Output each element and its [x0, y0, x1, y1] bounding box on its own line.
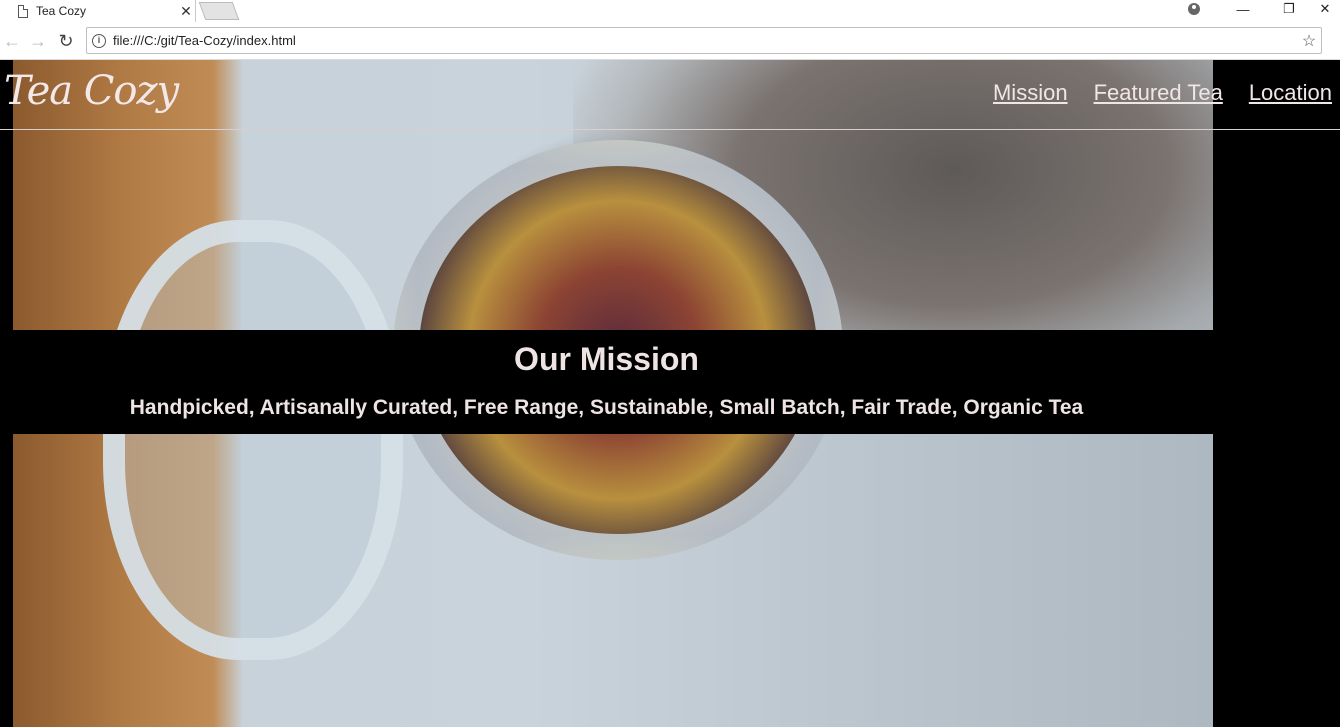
back-arrow-icon[interactable]: ← — [2, 31, 22, 51]
site-nav: Mission Featured Tea Location — [993, 80, 1332, 106]
bookmark-star-icon[interactable]: ☆ — [1297, 31, 1321, 51]
forward-arrow-icon[interactable]: → — [28, 31, 48, 51]
restore-icon[interactable]: ❐ — [1266, 0, 1312, 18]
account-icon[interactable] — [1185, 0, 1203, 18]
minimize-icon[interactable]: — — [1220, 0, 1266, 18]
site-logo[interactable]: Tea Cozy — [4, 68, 179, 114]
mission-banner: Our Mission Handpicked, Artisanally Cura… — [0, 330, 1213, 434]
mission-title: Our Mission — [514, 341, 699, 377]
nav-link-featured-tea[interactable]: Featured Tea — [1094, 80, 1223, 106]
info-icon[interactable]: i — [92, 33, 106, 48]
close-tab-icon[interactable]: ✕ — [177, 3, 195, 20]
new-tab-button[interactable] — [198, 2, 240, 20]
reload-icon[interactable]: ↻ — [56, 31, 76, 51]
mission-subtitle: Handpicked, Artisanally Curated, Free Ra… — [129, 396, 1084, 419]
url-text[interactable]: file:///C:/git/Tea-Cozy/index.html — [113, 33, 1297, 48]
jar-lid-decoration — [103, 220, 403, 660]
browser-tab-bar: Tea Cozy ✕ — ❐ ✕ — [0, 0, 1340, 22]
browser-tab[interactable]: Tea Cozy ✕ — [2, 0, 196, 22]
address-bar[interactable]: i file:///C:/git/Tea-Cozy/index.html ☆ — [86, 27, 1322, 54]
tab-title: Tea Cozy — [36, 4, 87, 18]
nav-link-mission[interactable]: Mission — [993, 80, 1068, 106]
document-icon — [18, 4, 28, 18]
close-window-icon[interactable]: ✕ — [1310, 0, 1340, 18]
browser-toolbar: ← → ↻ i file:///C:/git/Tea-Cozy/index.ht… — [0, 22, 1340, 60]
web-page: Tea Cozy Mission Featured Tea Location O… — [0, 60, 1340, 727]
nav-link-location[interactable]: Location — [1249, 80, 1332, 106]
header-divider — [0, 129, 1340, 130]
